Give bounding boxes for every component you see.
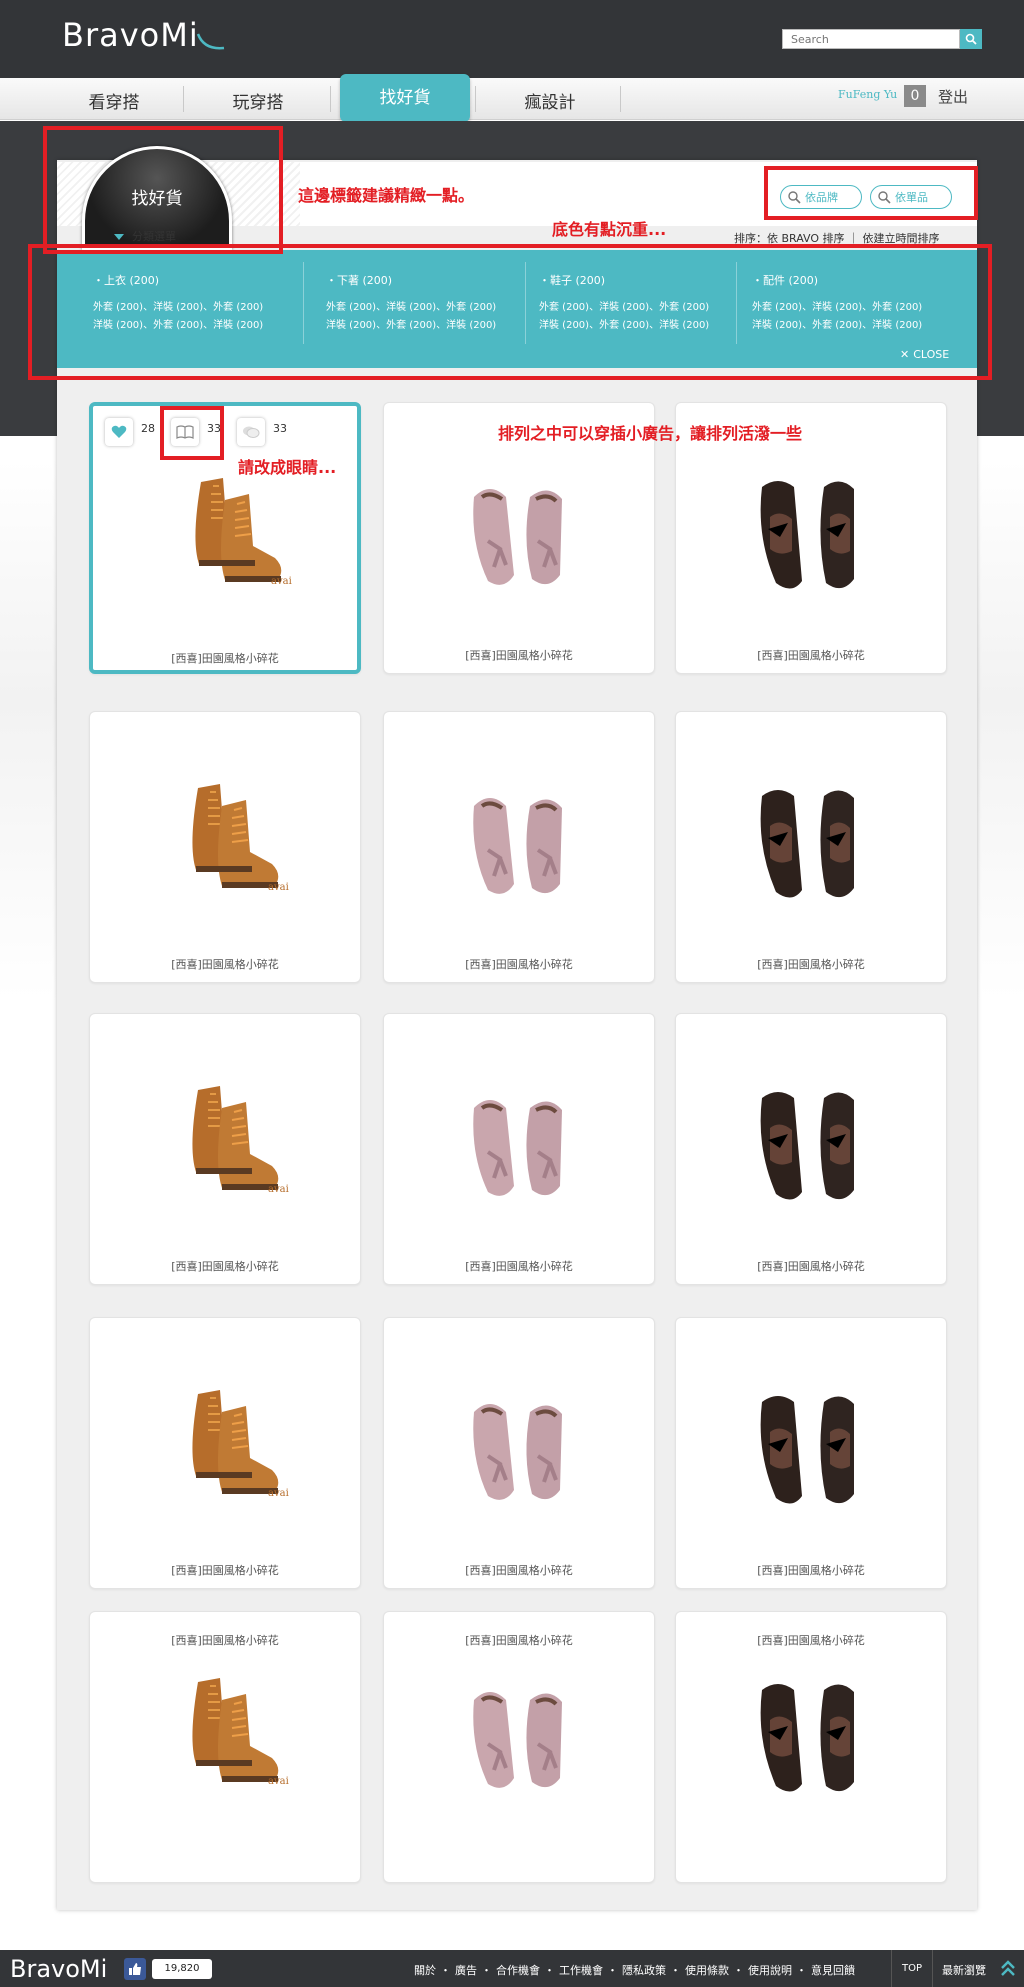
product-caption[interactable]: [西喜]田園風格小碎花	[676, 956, 946, 972]
product-card[interactable]: [西喜]田園風格小碎花	[383, 1317, 655, 1589]
tab-find-goods[interactable]: 找好貨	[340, 74, 470, 122]
footer-link[interactable]: 使用說明	[748, 1964, 792, 1977]
product-card[interactable]: [西喜]田園風格小碎花	[383, 1013, 655, 1285]
product-caption[interactable]: [西喜]田園風格小碎花	[676, 647, 946, 663]
product-card[interactable]: [西喜]田園風格小碎花 28 33 33	[89, 402, 361, 674]
product-card[interactable]: [西喜]田園風格小碎花	[89, 1013, 361, 1285]
loafers-image[interactable]	[444, 457, 594, 607]
product-caption[interactable]: [西喜]田園風格小碎花	[90, 1632, 360, 1648]
stat-count: 33	[273, 422, 287, 435]
product-caption[interactable]: [西喜]田園風格小碎花	[90, 1562, 360, 1578]
chevron-up-icon[interactable]	[1000, 1958, 1016, 1978]
boots-image[interactable]	[153, 460, 303, 610]
annotation-ads-note: 排列之中可以穿插小廣告，讓排列活潑一些	[498, 424, 803, 443]
nav-divider	[330, 86, 331, 112]
footer-link-separator: ・	[670, 1964, 681, 1977]
product-caption[interactable]: [西喜]田園風格小碎花	[384, 1258, 654, 1274]
oxfords-image[interactable]	[736, 1372, 886, 1522]
stat-count: 28	[141, 422, 155, 435]
loafers-image[interactable]	[444, 1068, 594, 1218]
footer-link[interactable]: 使用條款	[685, 1964, 729, 1977]
footer-link[interactable]: 工作機會	[559, 1964, 603, 1977]
heart-icon	[111, 425, 127, 438]
tab-look[interactable]: 看穿搭	[42, 86, 186, 120]
logo-swoosh-icon	[196, 33, 225, 50]
footer-link-separator: ・	[607, 1964, 618, 1977]
facebook-like-button[interactable]	[124, 1958, 146, 1980]
oxfords-image[interactable]	[736, 1068, 886, 1218]
product-caption[interactable]: [西喜]田園風格小碎花	[676, 1562, 946, 1578]
footer-link-separator: ・	[544, 1964, 555, 1977]
footer-links: 關於・廣告・合作機會・工作機會・隱私政策・使用條款・使用說明・意見回饋	[412, 1962, 857, 1978]
product-caption[interactable]: [西喜]田園風格小碎花	[90, 1258, 360, 1274]
recently-viewed-link[interactable]: 最新瀏覽	[942, 1962, 986, 1978]
product-caption[interactable]: [西喜]田園風格小碎花	[384, 647, 654, 663]
product-card[interactable]: [西喜]田園風格小碎花	[675, 1611, 947, 1883]
boots-image[interactable]	[150, 1660, 300, 1810]
product-card[interactable]: [西喜]田園風格小碎花	[383, 1611, 655, 1883]
search-button[interactable]	[960, 29, 982, 49]
product-card[interactable]: [西喜]田園風格小碎花	[675, 711, 947, 983]
loafers-image[interactable]	[444, 1372, 594, 1522]
footer-link[interactable]: 意見回饋	[811, 1964, 855, 1977]
loafers-image[interactable]	[444, 1660, 594, 1810]
annotation-box-badge	[43, 126, 283, 254]
product-card[interactable]: [西喜]田園風格小碎花	[89, 1611, 361, 1883]
site-logo[interactable]: BravoMi	[62, 16, 199, 54]
footer-link[interactable]: 隱私政策	[622, 1964, 666, 1977]
product-caption[interactable]: [西喜]田園風格小碎花	[676, 1258, 946, 1274]
logout-link[interactable]: 登出	[938, 86, 968, 107]
search-icon	[965, 33, 977, 45]
footer-link-separator: ・	[733, 1964, 744, 1977]
product-caption[interactable]: [西喜]田園風格小碎花	[384, 1562, 654, 1578]
speech-bubble-icon	[243, 426, 260, 438]
annotation-box-filters	[764, 166, 978, 220]
product-caption[interactable]: [西喜]田園風格小碎花	[93, 650, 357, 666]
product-card[interactable]: [西喜]田園風格小碎花	[675, 1013, 947, 1285]
notification-count[interactable]: 0	[904, 85, 926, 107]
tab-design[interactable]: 瘋設計	[478, 86, 622, 120]
annotation-box-collect-icon	[160, 406, 224, 460]
oxfords-image[interactable]	[736, 457, 886, 607]
footer-link-separator: ・	[440, 1964, 451, 1977]
username-link[interactable]: FuFeng Yu	[838, 88, 897, 101]
boots-image[interactable]	[150, 1372, 300, 1522]
product-caption[interactable]: [西喜]田園風格小碎花	[384, 1632, 654, 1648]
product-card[interactable]: [西喜]田園風格小碎花	[89, 1317, 361, 1589]
footer-link-separator: ・	[481, 1964, 492, 1977]
nav-divider	[183, 86, 184, 112]
product-caption[interactable]: [西喜]田園風格小碎花	[90, 956, 360, 972]
oxfords-image[interactable]	[736, 766, 886, 916]
annotation-tag-note: 這邊標籤建議精緻一點。	[298, 186, 475, 205]
annotation-eye-note: 請改成眼睛...	[238, 458, 337, 477]
like-count: 19,820	[152, 1959, 212, 1979]
footer-logo[interactable]: BravoMi	[10, 1955, 107, 1983]
annotation-box-category	[28, 244, 992, 380]
loafers-image[interactable]	[444, 766, 594, 916]
search-input[interactable]	[782, 29, 960, 49]
product-caption[interactable]: [西喜]田園風格小碎花	[384, 956, 654, 972]
footer-link[interactable]: 合作機會	[496, 1964, 540, 1977]
boots-image[interactable]	[150, 766, 300, 916]
boots-image[interactable]	[150, 1068, 300, 1218]
oxfords-image[interactable]	[736, 1660, 886, 1810]
tab-play[interactable]: 玩穿搭	[186, 86, 330, 120]
footer-link[interactable]: 關於	[414, 1964, 436, 1977]
footer-link[interactable]: 廣告	[455, 1964, 477, 1977]
back-to-top-button[interactable]: TOP	[891, 1950, 933, 1987]
like-button[interactable]	[105, 418, 133, 446]
product-card[interactable]: [西喜]田園風格小碎花	[675, 1317, 947, 1589]
product-card[interactable]: [西喜]田園風格小碎花	[383, 711, 655, 983]
product-card[interactable]: [西喜]田園風格小碎花	[89, 711, 361, 983]
footer-link-separator: ・	[796, 1964, 807, 1977]
product-caption[interactable]: [西喜]田園風格小碎花	[676, 1632, 946, 1648]
thumbs-up-icon	[129, 1963, 141, 1975]
nav-divider	[620, 86, 621, 112]
nav-divider	[475, 86, 476, 112]
comment-button[interactable]	[237, 418, 265, 446]
annotation-color-note: 底色有點沉重...	[552, 220, 667, 239]
